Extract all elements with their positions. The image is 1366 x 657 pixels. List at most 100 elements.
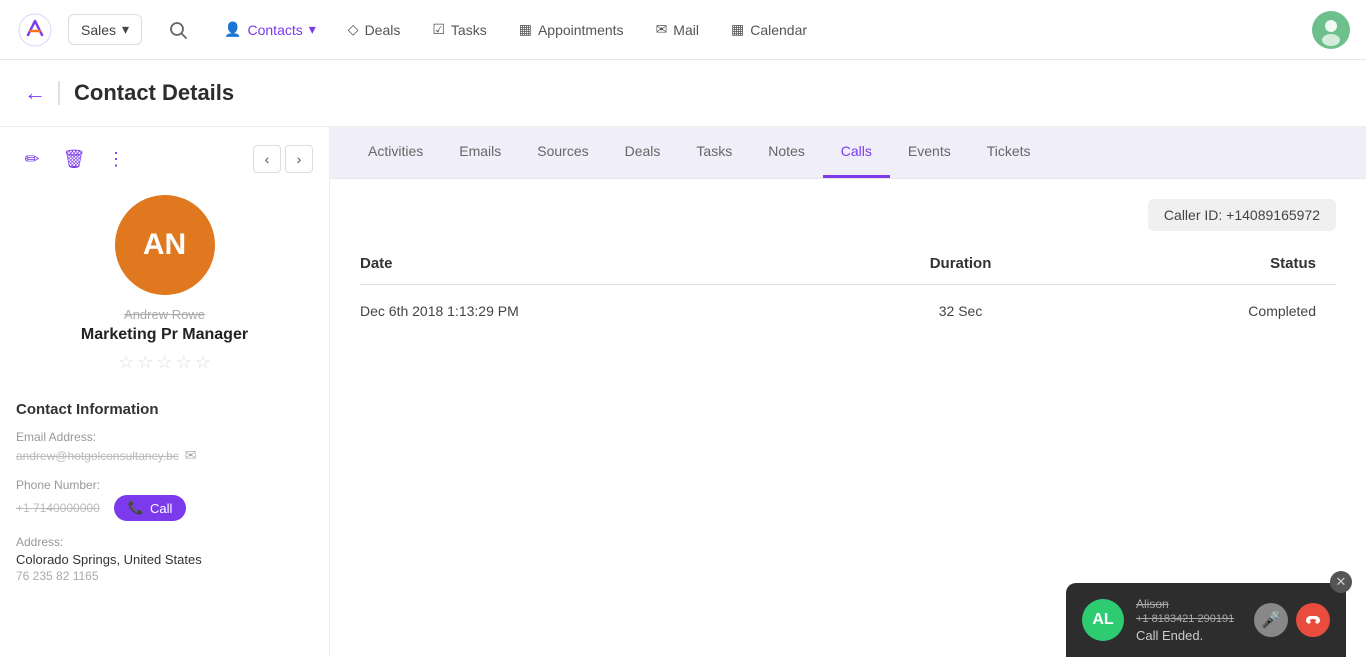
phone-label: Phone Number: (16, 478, 313, 492)
caller-id-badge: Caller ID: +14089165972 (1148, 199, 1336, 231)
popup-controls: 🎤 (1254, 603, 1330, 637)
nav-items: 👤 Contacts ▾ ◇ Deals ☑ Tasks ▦ Appointme… (210, 13, 1312, 46)
top-navigation: Sales ▾ 👤 Contacts ▾ ◇ Deals ☑ Tasks ▦ A… (0, 0, 1366, 60)
call-status: Completed (1058, 285, 1336, 338)
prev-contact-button[interactable]: ‹ (253, 145, 281, 173)
address-value: Colorado Springs, United States (16, 552, 313, 567)
star-5[interactable]: ☆ (195, 352, 211, 373)
hangup-button[interactable] (1296, 603, 1330, 637)
nav-contacts-label: Contacts (248, 22, 303, 38)
contacts-chevron-icon: ▾ (309, 21, 316, 38)
sales-label: Sales (81, 22, 116, 38)
star-3[interactable]: ☆ (156, 352, 172, 373)
next-contact-button[interactable]: › (285, 145, 313, 173)
call-duration: 32 Sec (863, 285, 1058, 338)
main-panel: Activities Emails Sources Deals Tasks No… (330, 127, 1366, 657)
star-4[interactable]: ☆ (176, 352, 192, 373)
star-1[interactable]: ☆ (118, 352, 134, 373)
contact-rating: ☆ ☆ ☆ ☆ ☆ (118, 352, 211, 373)
col-duration-header: Duration (863, 255, 1058, 285)
caller-id-label: Caller ID: (1164, 207, 1222, 223)
popup-number: +1 8183421 290191 (1136, 613, 1242, 625)
appointments-icon: ▦ (519, 21, 532, 38)
chevron-down-icon: ▾ (122, 21, 129, 38)
call-button[interactable]: 📞 Call (114, 495, 187, 521)
delete-button[interactable]: 🗑 (58, 143, 90, 175)
calendar-icon: ▦ (731, 21, 744, 38)
nav-item-appointments[interactable]: ▦ Appointments (505, 13, 638, 46)
tab-deals[interactable]: Deals (607, 127, 679, 178)
info-section-title: Contact Information (16, 401, 313, 418)
nav-item-tasks[interactable]: ☑ Tasks (418, 13, 500, 46)
nav-tasks-label: Tasks (451, 22, 487, 38)
popup-close-button[interactable]: ✕ (1330, 571, 1352, 593)
address-row: Address: Colorado Springs, United States… (16, 535, 313, 583)
mail-icon: ✉ (656, 21, 668, 38)
main-content: ✏ 🗑 ⋮ ‹ › AN Andrew Rowe Marketing Pr Ma… (0, 127, 1366, 657)
more-options-button[interactable]: ⋮ (100, 143, 132, 175)
search-button[interactable] (162, 14, 194, 46)
tab-calls[interactable]: Calls (823, 127, 890, 178)
mute-button[interactable]: 🎤 (1254, 603, 1288, 637)
caller-id-value: +14089165972 (1226, 207, 1320, 223)
deals-icon: ◇ (348, 21, 359, 38)
phone-value-row: +1 7140000000 📞 Call (16, 495, 313, 521)
email-row: Email Address: andrew@hotgolconsultancy.… (16, 430, 313, 464)
tabs-bar: Activities Emails Sources Deals Tasks No… (330, 127, 1366, 179)
contact-name-blurred: Andrew Rowe (124, 307, 205, 322)
tab-activities[interactable]: Activities (350, 127, 441, 178)
address-sub: 76 235 82 1165 (16, 569, 313, 583)
contact-avatar: AN (115, 195, 215, 295)
tab-tasks[interactable]: Tasks (678, 127, 750, 178)
table-header-row: Date Duration Status (360, 255, 1336, 285)
contact-information: Contact Information Email Address: andre… (16, 401, 313, 597)
col-date-header: Date (360, 255, 863, 285)
contact-title: Marketing Pr Manager (81, 326, 248, 344)
phone-row: Phone Number: +1 7140000000 📞 Call (16, 478, 313, 521)
page-content: ← Contact Details ✏ 🗑 ⋮ ‹ › AN Andrew Ro… (0, 60, 1366, 657)
nav-appointments-label: Appointments (538, 22, 624, 38)
tab-notes[interactable]: Notes (750, 127, 823, 178)
star-2[interactable]: ☆ (137, 352, 153, 373)
header-divider (58, 81, 60, 105)
contact-sidebar: ✏ 🗑 ⋮ ‹ › AN Andrew Rowe Marketing Pr Ma… (0, 127, 330, 657)
nav-deals-label: Deals (365, 22, 401, 38)
col-status-header: Status (1058, 255, 1336, 285)
contact-nav-buttons: ‹ › (253, 145, 313, 173)
email-text: andrew@hotgolconsultancy.bc (16, 449, 179, 463)
caller-id-row: Caller ID: +14089165972 (360, 199, 1336, 231)
phone-icon: 📞 (128, 500, 144, 516)
sidebar-actions: ✏ 🗑 ⋮ ‹ › (16, 143, 313, 175)
tab-emails[interactable]: Emails (441, 127, 519, 178)
call-date: Dec 6th 2018 1:13:29 PM (360, 285, 863, 338)
tasks-icon: ☑ (432, 21, 445, 38)
edit-button[interactable]: ✏ (16, 143, 48, 175)
popup-status: Call Ended. (1136, 628, 1242, 643)
popup-name: Alison (1136, 597, 1242, 611)
email-value: andrew@hotgolconsultancy.bc ✉ (16, 447, 313, 464)
call-ended-popup: ✕ AL Alison +1 8183421 290191 Call Ended… (1066, 583, 1346, 657)
page-title: Contact Details (74, 80, 234, 106)
user-avatar[interactable] (1312, 11, 1350, 49)
tab-sources[interactable]: Sources (519, 127, 606, 178)
sales-dropdown-button[interactable]: Sales ▾ (68, 14, 142, 45)
tab-tickets[interactable]: Tickets (969, 127, 1049, 178)
nav-calendar-label: Calendar (750, 22, 807, 38)
nav-item-calendar[interactable]: ▦ Calendar (717, 13, 821, 46)
app-logo[interactable] (16, 11, 54, 49)
nav-item-contacts[interactable]: 👤 Contacts ▾ (210, 13, 330, 46)
back-button[interactable]: ← (24, 80, 46, 106)
tab-events[interactable]: Events (890, 127, 969, 178)
table-row: Dec 6th 2018 1:13:29 PM 32 Sec Completed (360, 285, 1336, 338)
nav-item-mail[interactable]: ✉ Mail (642, 13, 713, 46)
contacts-icon: 👤 (224, 21, 241, 38)
nav-item-deals[interactable]: ◇ Deals (334, 13, 415, 46)
address-label: Address: (16, 535, 313, 549)
contact-avatar-section: AN Andrew Rowe Marketing Pr Manager ☆ ☆ … (16, 195, 313, 373)
phone-text: +1 7140000000 (16, 501, 100, 515)
calls-table: Date Duration Status Dec 6th 2018 1:13:2… (360, 255, 1336, 337)
email-label: Email Address: (16, 430, 313, 444)
page-header: ← Contact Details (0, 60, 1366, 127)
popup-avatar: AL (1082, 599, 1124, 641)
email-icon: ✉ (185, 447, 197, 464)
